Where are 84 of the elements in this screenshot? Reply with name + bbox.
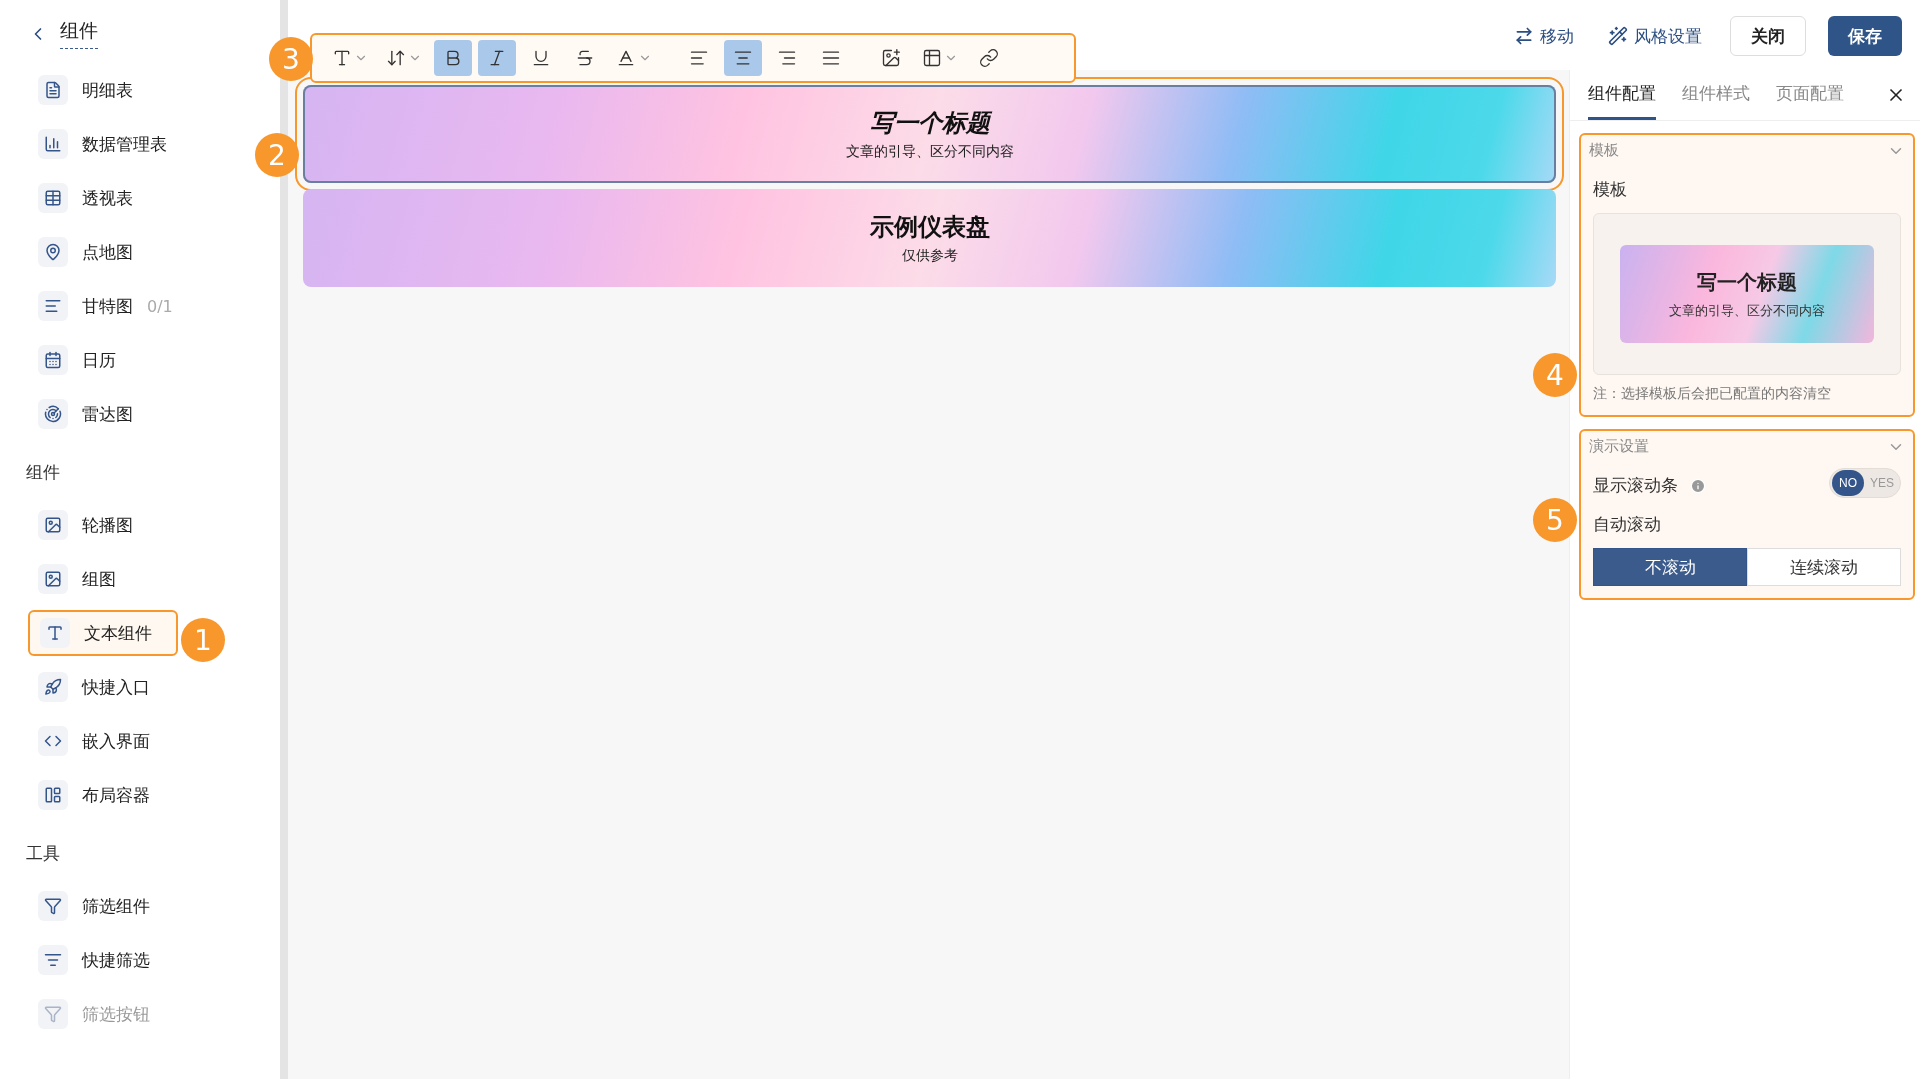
item-label: 快捷入口: [82, 675, 150, 699]
sidebar-item[interactable]: 数据管理表: [28, 121, 178, 167]
code-icon: [38, 726, 68, 756]
item-label: 点地图: [82, 240, 133, 264]
sidebar-item[interactable]: 点地图: [28, 229, 178, 275]
item-label: 轮播图: [82, 513, 133, 537]
image-icon: [38, 564, 68, 594]
template-card[interactable]: 写一个标题 文章的引导、区分不同内容: [1593, 213, 1901, 375]
field-label: 模板: [1593, 178, 1628, 201]
text-icon: [40, 618, 70, 648]
sidebar-item[interactable]: 布局容器: [28, 772, 178, 818]
gantt-icon: [38, 291, 68, 321]
item-label: 透视表: [82, 186, 133, 210]
panel-tab[interactable]: 组件配置: [1588, 70, 1656, 120]
sidebar-item[interactable]: 透视表: [28, 175, 178, 221]
sidebar-title: 组件: [60, 18, 98, 49]
banner-title: 示例仪表盘: [869, 212, 990, 243]
bold-icon[interactable]: [434, 40, 472, 76]
style-settings-button[interactable]: 风格设置: [1602, 23, 1708, 49]
sidebar-item[interactable]: 雷达图: [28, 391, 178, 437]
panel-tab[interactable]: 组件样式: [1682, 70, 1750, 120]
image-icon: [38, 510, 68, 540]
field-label: 显示滚动条: [1593, 474, 1678, 497]
banner-title: 写一个标题: [869, 108, 990, 139]
sidebar-item[interactable]: 快捷入口: [28, 664, 178, 710]
save-button[interactable]: 保存: [1828, 16, 1902, 56]
sidebar-item[interactable]: 筛选组件: [28, 883, 178, 929]
table-icon: [38, 183, 68, 213]
sidebar-item[interactable]: 甘特图 0/1: [28, 283, 178, 329]
magic-wand-icon: [1608, 26, 1628, 46]
item-label: 明细表: [82, 78, 133, 102]
rocket-icon: [38, 672, 68, 702]
title-banner[interactable]: 示例仪表盘 仅供参考: [303, 189, 1556, 287]
item-label: 雷达图: [82, 402, 133, 426]
item-label: 组图: [82, 567, 116, 591]
italic-icon[interactable]: [478, 40, 516, 76]
filter-icon: [38, 999, 68, 1029]
field-label: 自动滚动: [1593, 513, 1662, 536]
sidebar-item[interactable]: 明细表: [28, 67, 178, 113]
number-badge: 1: [181, 618, 225, 662]
note-text: 注：选择模板后会把已配置的内容清空: [1593, 385, 1832, 403]
section-heading: 组件: [26, 461, 61, 484]
segment-option[interactable]: 不滚动: [1593, 548, 1747, 586]
item-label: 甘特图: [82, 294, 133, 318]
preview-title: 写一个标题: [1697, 268, 1797, 296]
radar-icon: [38, 399, 68, 429]
swap-arrows-icon: [1514, 26, 1534, 46]
sidebar-item[interactable]: 组图: [28, 556, 178, 602]
item-label: 文本组件: [84, 621, 152, 645]
info-icon[interactable]: [1690, 477, 1706, 494]
calendar-icon: [38, 345, 68, 375]
number-badge: 2: [255, 133, 299, 177]
item-label: 嵌入界面: [82, 729, 150, 753]
sidebar-item[interactable]: 日历: [28, 337, 178, 383]
sidebar-item[interactable]: 快捷筛选: [28, 937, 178, 983]
sidebar-item[interactable]: 文本组件: [28, 610, 178, 656]
item-label: 数据管理表: [82, 132, 167, 156]
number-badge: 3: [269, 37, 313, 81]
document-icon: [38, 75, 68, 105]
move-button[interactable]: 移动: [1508, 23, 1580, 49]
map-pin-icon: [38, 237, 68, 267]
sidebar-item[interactable]: 嵌入界面: [28, 718, 178, 764]
filter-icon: [38, 891, 68, 921]
section-heading: 演示设置: [1589, 437, 1649, 456]
sidebar-item[interactable]: 轮播图: [28, 502, 178, 548]
item-label: 筛选组件: [82, 894, 150, 918]
preview-subtitle: 文章的引导、区分不同内容: [1669, 301, 1825, 320]
banner-subtitle: 仅供参考: [901, 247, 958, 265]
bar-chart-icon: [38, 129, 68, 159]
item-count: 0/1: [147, 296, 173, 316]
item-label: 布局容器: [82, 783, 150, 807]
item-label: 日历: [82, 348, 116, 372]
item-label: 快捷筛选: [82, 948, 150, 972]
panel-tab[interactable]: 页面配置: [1776, 70, 1844, 120]
section-heading: 工具: [26, 842, 61, 865]
toggle-switch[interactable]: NO YES: [1829, 467, 1901, 498]
filter-list-icon: [38, 945, 68, 975]
close-button[interactable]: 关闭: [1730, 16, 1806, 56]
section-heading: 模板: [1589, 141, 1619, 160]
align-center-icon[interactable]: [724, 40, 762, 76]
item-label: 筛选按钮: [82, 1002, 150, 1026]
banner-subtitle: 文章的引导、区分不同内容: [845, 143, 1014, 161]
layout-icon: [38, 780, 68, 810]
segment-option[interactable]: 连续滚动: [1747, 548, 1901, 586]
